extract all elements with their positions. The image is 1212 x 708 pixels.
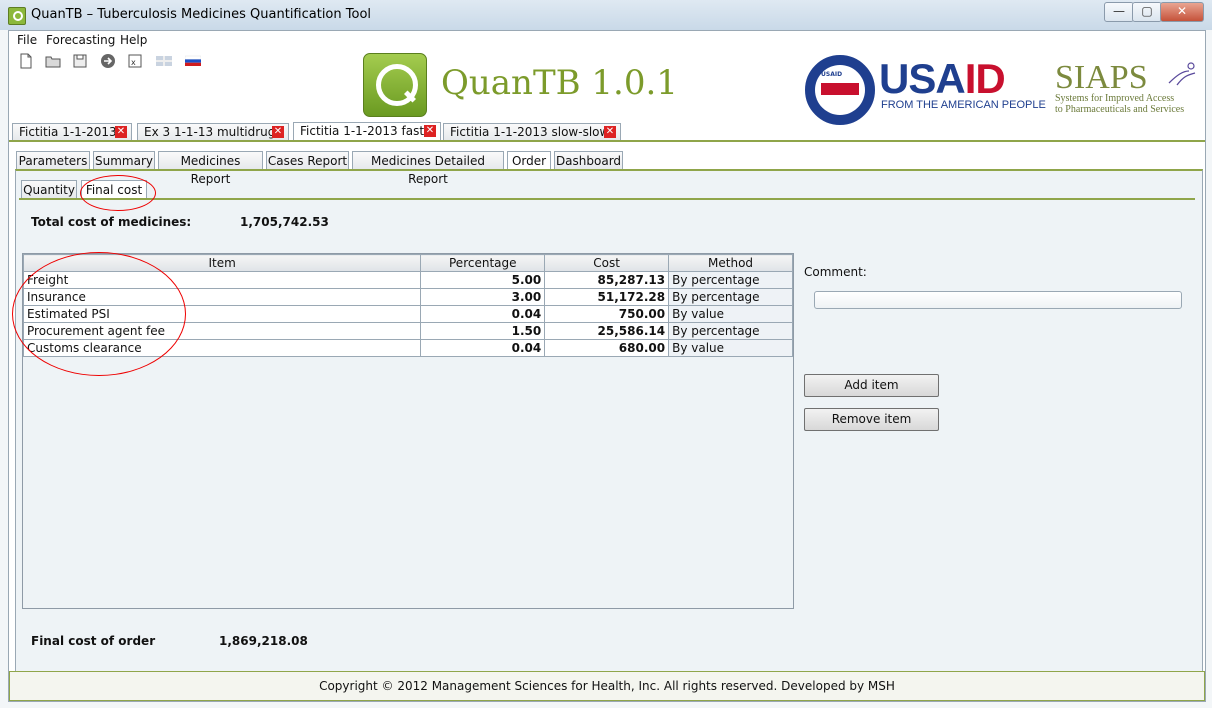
- copyright-footer: Copyright © 2012 Management Sciences for…: [9, 671, 1205, 701]
- tab-cases-report[interactable]: Cases Report: [266, 151, 349, 169]
- comment-label: Comment:: [804, 265, 867, 279]
- app-icon: [8, 7, 26, 25]
- column-header-cost[interactable]: Cost: [544, 254, 670, 272]
- tab-medicines-detailed-report[interactable]: Medicines Detailed Report: [352, 151, 504, 186]
- percentage-cell[interactable]: 3.00: [420, 288, 546, 306]
- usaid-tagline: FROM THE AMERICAN PEOPLE: [881, 99, 1046, 111]
- tab-dashboard[interactable]: Dashboard: [554, 151, 623, 169]
- window-title: QuanTB – Tuberculosis Medicines Quantifi…: [31, 7, 372, 22]
- annotation-circle-items: [12, 252, 186, 376]
- app-frame: File Forecasting Help x QuanTB 1.0.1 USA…: [8, 30, 1206, 702]
- tab-summary[interactable]: Summary: [93, 151, 155, 169]
- tab-medicines-report[interactable]: Medicines Report: [158, 151, 263, 186]
- annotation-circle-final-cost: [80, 175, 156, 211]
- maximize-button[interactable]: ▢: [1132, 2, 1162, 22]
- percentage-cell[interactable]: 0.04: [420, 305, 546, 323]
- total-medicines-label: Total cost of medicines:: [31, 215, 192, 229]
- menu-forecasting[interactable]: Forecasting: [46, 33, 115, 47]
- remove-item-button[interactable]: Remove item: [804, 408, 939, 431]
- tab-divider: [9, 140, 1205, 142]
- flag-uk-icon[interactable]: [156, 53, 172, 69]
- doc-tab-4[interactable]: Fictitia 1-1-2013 slow-slow ✕: [443, 123, 621, 140]
- add-item-button[interactable]: Add item: [804, 374, 939, 397]
- siaps-tagline-1: Systems for Improved Access: [1055, 93, 1175, 104]
- cost-cell[interactable]: 51,172.28: [544, 288, 670, 306]
- final-cost-value: 1,869,218.08: [219, 634, 308, 648]
- cost-cell[interactable]: 25,586.14: [544, 322, 670, 340]
- save-icon[interactable]: [72, 53, 88, 69]
- total-medicines-value: 1,705,742.53: [240, 215, 329, 229]
- column-header-percentage[interactable]: Percentage: [420, 254, 546, 272]
- tab-parameters[interactable]: Parameters: [16, 151, 90, 169]
- minimize-button[interactable]: —: [1104, 2, 1134, 22]
- comment-input[interactable]: [814, 291, 1182, 309]
- app-name: QuanTB 1.0.1: [441, 63, 678, 103]
- siaps-logo: SIAPS: [1055, 59, 1148, 96]
- method-cell[interactable]: By percentage: [668, 288, 793, 306]
- doc-tab-2[interactable]: Ex 3 1-1-13 multidrug ✕: [137, 123, 289, 140]
- column-header-method[interactable]: Method: [668, 254, 793, 272]
- siaps-tagline-2: to Pharmaceuticals and Services: [1055, 104, 1185, 115]
- export-icon[interactable]: x: [127, 53, 143, 69]
- open-folder-icon[interactable]: [45, 53, 61, 69]
- percentage-cell[interactable]: 0.04: [420, 339, 546, 357]
- flag-russia-icon[interactable]: [185, 53, 201, 69]
- doc-tab-3[interactable]: Fictitia 1-1-2013 fast ✕: [293, 122, 441, 141]
- new-file-icon[interactable]: [18, 53, 34, 69]
- percentage-cell[interactable]: 5.00: [420, 271, 546, 289]
- title-bar: QuanTB – Tuberculosis Medicines Quantifi…: [0, 0, 1212, 30]
- cost-cell[interactable]: 680.00: [544, 339, 670, 357]
- menu-file[interactable]: File: [17, 33, 37, 47]
- close-tab-icon[interactable]: ✕: [272, 126, 284, 138]
- method-cell[interactable]: By value: [668, 339, 793, 357]
- close-tab-icon[interactable]: ✕: [604, 126, 616, 138]
- close-window-button[interactable]: ✕: [1160, 2, 1204, 22]
- usaid-seal-icon: USAID: [805, 55, 875, 125]
- svg-text:x: x: [131, 58, 136, 67]
- close-tab-icon[interactable]: ✕: [424, 125, 436, 137]
- percentage-cell[interactable]: 1.50: [420, 322, 546, 340]
- tab-order[interactable]: Order: [507, 151, 551, 169]
- menu-bar: File Forecasting Help: [9, 31, 1205, 49]
- tab-quantity[interactable]: Quantity: [21, 180, 77, 198]
- subtab-divider: [19, 198, 1195, 200]
- method-cell[interactable]: By percentage: [668, 271, 793, 289]
- cost-cell[interactable]: 750.00: [544, 305, 670, 323]
- close-tab-icon[interactable]: ✕: [115, 126, 127, 138]
- usaid-logo: USAID: [879, 55, 1006, 102]
- arrow-right-icon[interactable]: [100, 53, 116, 69]
- doc-tab-1[interactable]: Fictitia 1-1-2013 ✕: [12, 123, 132, 140]
- method-cell[interactable]: By percentage: [668, 322, 793, 340]
- quantb-logo: [363, 53, 427, 117]
- menu-help[interactable]: Help: [120, 33, 147, 47]
- cost-cell[interactable]: 85,287.13: [544, 271, 670, 289]
- siaps-figure-icon: [1168, 62, 1196, 86]
- final-cost-label: Final cost of order: [31, 634, 156, 648]
- method-cell[interactable]: By value: [668, 305, 793, 323]
